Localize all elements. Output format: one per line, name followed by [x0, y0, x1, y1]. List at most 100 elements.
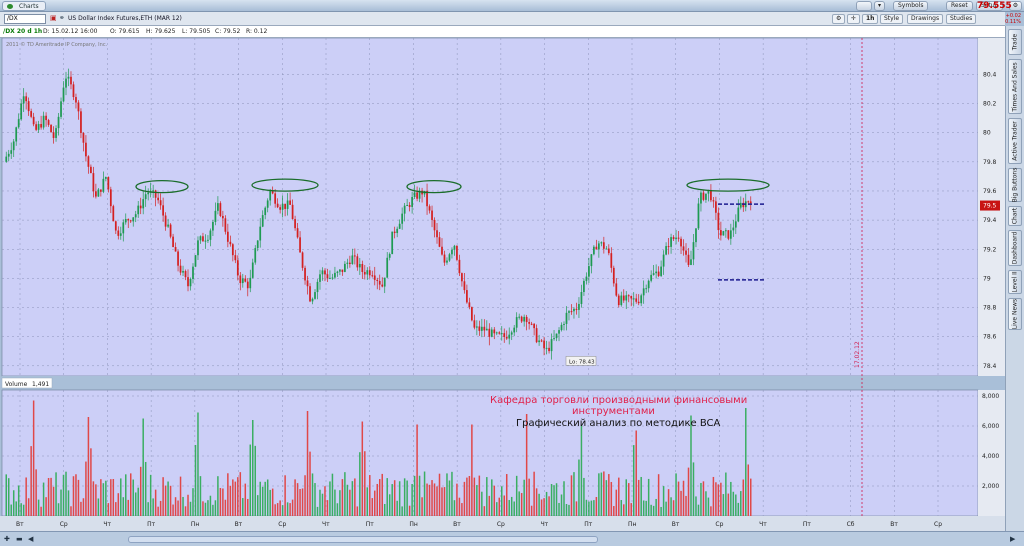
- candle-body: [336, 271, 339, 273]
- scroll-left-icon[interactable]: ◀: [28, 535, 33, 543]
- zoom-in-icon[interactable]: ✚: [4, 535, 10, 543]
- volume-bar: [147, 502, 149, 516]
- price-chart[interactable]: 78.4 78.6 78.8 79 79.2 79.4 79.6 79.8 80 80.2 80.4…: [0, 38, 1005, 531]
- volume-bar: [319, 489, 321, 516]
- candle-body: [403, 205, 406, 214]
- volume-bar: [174, 497, 177, 516]
- settings-icon[interactable]: ⚙: [832, 14, 846, 24]
- volume-bar: [568, 504, 570, 516]
- date-marker-label: 17.02.12: [854, 341, 861, 368]
- sidebar-chart-button[interactable]: Chart: [1008, 206, 1022, 226]
- zoom-out-icon[interactable]: ▬: [16, 535, 23, 543]
- volume-bar: [535, 488, 538, 516]
- candle-body: [568, 311, 570, 313]
- candle-body: [137, 205, 140, 215]
- volume-bar: [47, 478, 50, 516]
- volume-bar: [344, 472, 346, 516]
- low-label: Lo: 78.43: [569, 359, 595, 365]
- volume-bar: [87, 417, 90, 516]
- volume-bar: [247, 498, 249, 516]
- price-change: +0.02 0.11%: [1003, 13, 1021, 25]
- sidebar-trade-button[interactable]: Trade: [1008, 29, 1022, 55]
- candle-body: [416, 192, 418, 199]
- volume-bar: [505, 474, 508, 516]
- time-tick-label: Пн: [628, 521, 637, 528]
- symbols-button[interactable]: Symbols: [893, 1, 929, 11]
- timeframe-button[interactable]: 1h: [862, 14, 879, 24]
- candle-body: [256, 240, 259, 249]
- candle-body: [192, 266, 194, 279]
- style-button[interactable]: Style: [880, 14, 904, 24]
- volume-bar: [70, 506, 72, 516]
- volume-bar: [276, 503, 279, 516]
- reset-button[interactable]: Reset: [946, 1, 973, 11]
- volume-bar: [747, 464, 750, 516]
- sidebar-level-ii-button[interactable]: Level II: [1008, 270, 1022, 294]
- time-tick-label: Вт: [672, 521, 680, 528]
- tab-charts[interactable]: Charts: [2, 1, 46, 11]
- candle-body: [391, 231, 394, 255]
- candle-body: [702, 192, 705, 200]
- scroll-right-icon[interactable]: ▶: [1010, 535, 1015, 543]
- candle-body: [291, 204, 294, 220]
- sidebar-times-and-sales-button[interactable]: Times And Sales: [1008, 59, 1022, 114]
- candle-body: [306, 280, 309, 287]
- candle-body: [543, 340, 545, 349]
- volume-bar: [413, 475, 416, 516]
- horizontal-scrollbar[interactable]: ✚ ▬ ◀ ▶: [0, 531, 1024, 546]
- drawings-button[interactable]: Drawings: [907, 14, 944, 24]
- candle-body: [331, 277, 334, 279]
- candle-body: [461, 273, 463, 282]
- time-tick-label: Вт: [235, 521, 243, 528]
- candle-body: [383, 277, 386, 287]
- volume-bar: [406, 480, 408, 516]
- volume-bar: [677, 481, 680, 516]
- info-date: D: 15.02.12 16:00: [43, 28, 98, 35]
- dropdown-button[interactable]: ▾: [874, 1, 885, 11]
- scroll-thumb[interactable]: [128, 536, 598, 543]
- candle-body: [231, 244, 234, 256]
- sidebar-dashboard-button[interactable]: Dashboard: [1008, 230, 1022, 266]
- candle-body: [553, 338, 555, 340]
- candle-body: [294, 219, 296, 229]
- candle-body: [595, 246, 598, 250]
- candle-body: [627, 295, 630, 297]
- volume-bar: [378, 479, 381, 516]
- volume-bar: [281, 505, 284, 516]
- candle-body: [55, 128, 57, 138]
- candle-body: [348, 262, 351, 265]
- volume-bar: [97, 498, 100, 516]
- volume-bar: [167, 481, 169, 516]
- volume-bar: [640, 476, 642, 516]
- candle-body: [426, 190, 428, 207]
- candle-body: [329, 277, 331, 279]
- candle-body: [705, 193, 707, 200]
- crosshair-icon[interactable]: ✛: [847, 14, 861, 24]
- panel-separator: [2, 376, 1005, 390]
- candle-body: [396, 228, 399, 234]
- lock-icon[interactable]: ▣: [50, 14, 57, 22]
- symbol-input[interactable]: /DX: [4, 14, 46, 24]
- volume-bar: [112, 479, 115, 516]
- price-tick-label: 80.2: [983, 101, 997, 108]
- volume-bar: [528, 478, 530, 516]
- candle-body: [665, 246, 667, 255]
- price-tick-label: 79.8: [983, 159, 997, 166]
- volume-bar: [491, 479, 493, 516]
- link-icon[interactable]: ⚭: [59, 14, 65, 22]
- sidebar-active-trader-button[interactable]: Active Trader: [1008, 118, 1022, 164]
- candle-body: [620, 295, 623, 306]
- volume-bar: [705, 491, 707, 516]
- volume-bar: [538, 493, 540, 516]
- studies-button[interactable]: Studies: [946, 14, 977, 24]
- minimize-button[interactable]: [856, 1, 872, 11]
- volume-bar: [142, 418, 144, 516]
- candle-body: [722, 231, 725, 236]
- volume-bar: [608, 474, 610, 516]
- caption-red-line2: инструментами: [572, 406, 655, 417]
- candle-body: [102, 178, 105, 192]
- sidebar-big-buttons-button[interactable]: Big Buttons: [1008, 168, 1022, 202]
- copyright-text: 2011 © TD Ameritrade IP Company, Inc.: [6, 41, 108, 48]
- sidebar-live-news-button[interactable]: Live News: [1008, 298, 1022, 330]
- candle-body: [172, 236, 174, 248]
